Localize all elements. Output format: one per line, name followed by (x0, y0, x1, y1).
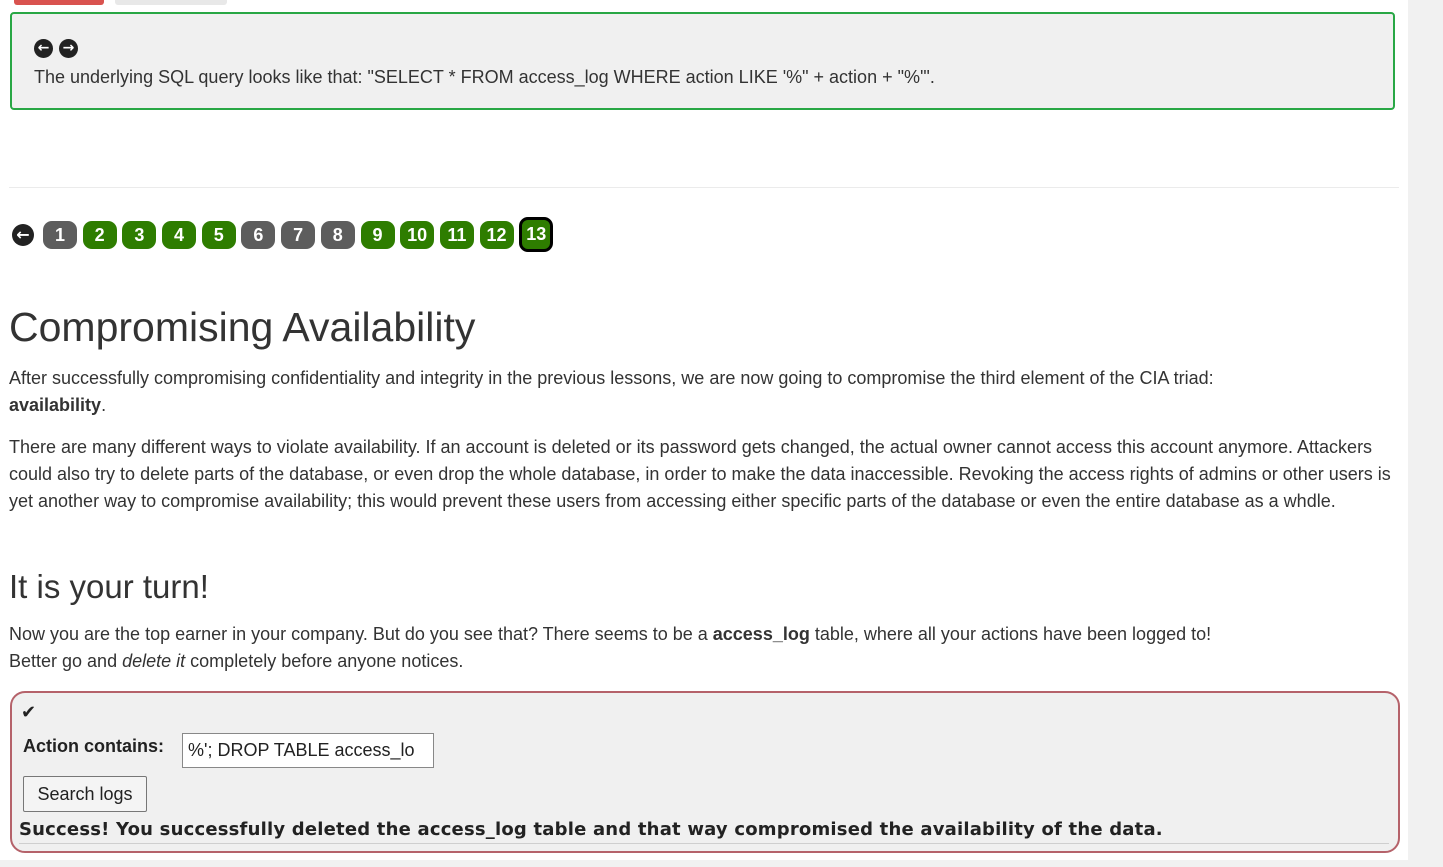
explanation-paragraph: There are many different ways to violate… (9, 437, 1391, 511)
solved-check-icon: ✔ (21, 702, 37, 723)
task-text-d: completely before anyone notices. (190, 651, 464, 671)
page-button-11[interactable]: 11 (439, 220, 474, 249)
access-log-keyword: access_log (712, 624, 810, 644)
task-heading: It is your turn! (9, 568, 209, 605)
hint-next-icon[interactable]: → (59, 39, 78, 58)
assignment-panel: ✔ Action contains: Search logs Success! … (10, 691, 1400, 853)
action-search-input[interactable] (182, 733, 434, 768)
secondary-tab[interactable] (115, 0, 227, 5)
divider (19, 843, 1389, 844)
page-button-4[interactable]: 4 (162, 220, 197, 249)
search-logs-button[interactable]: Search logs (23, 776, 147, 812)
success-message: Success! You successfully deleted the ac… (19, 819, 1163, 840)
page-button-3[interactable]: 3 (122, 220, 157, 249)
page-button-12[interactable]: 12 (479, 220, 514, 249)
page-button-10[interactable]: 10 (400, 220, 435, 249)
hint-previous-icon[interactable]: ← (34, 39, 53, 58)
lesson-title: Compromising Availability (9, 304, 476, 350)
page-button-5[interactable]: 5 (201, 220, 236, 249)
task-text-a: Now you are the top earner in your compa… (9, 624, 708, 644)
intro-paragraph: After successfully compromising confiden… (9, 365, 1404, 419)
page-button-8[interactable]: 8 (320, 220, 355, 249)
page-button-2[interactable]: 2 (82, 220, 117, 249)
delete-it-emphasis: delete it (122, 651, 186, 671)
hint-text: The underlying SQL query looks like that… (34, 67, 935, 87)
page-button-7[interactable]: 7 (281, 220, 316, 249)
task-text-b: table, where all your actions have been … (814, 624, 1212, 644)
hint-navigation: ← → (34, 39, 78, 58)
action-contains-label: Action contains: (23, 736, 165, 756)
intro-text: After successfully compromising confiden… (9, 368, 1214, 388)
availability-keyword: availability (9, 395, 102, 415)
lesson-pagination: ← 1 2 3 4 5 6 7 8 9 10 11 12 13 (12, 217, 559, 252)
task-text-c: Better go and (9, 651, 118, 671)
page-margin (1408, 0, 1443, 867)
output-panel (9, 125, 1399, 188)
page-button-13-current[interactable]: 13 (519, 217, 554, 252)
reset-tab[interactable] (14, 0, 104, 5)
intro-period: . (101, 395, 107, 415)
previous-page-icon[interactable]: ← (12, 223, 34, 246)
hint-panel: ← → The underlying SQL query looks like … (10, 12, 1395, 110)
page-button-1[interactable]: 1 (43, 220, 77, 249)
task-paragraph: Now you are the top earner in your compa… (9, 621, 1404, 675)
page-button-6[interactable]: 6 (241, 220, 276, 249)
page-button-9[interactable]: 9 (360, 220, 395, 249)
lesson-page: ← → The underlying SQL query looks like … (0, 0, 1408, 860)
